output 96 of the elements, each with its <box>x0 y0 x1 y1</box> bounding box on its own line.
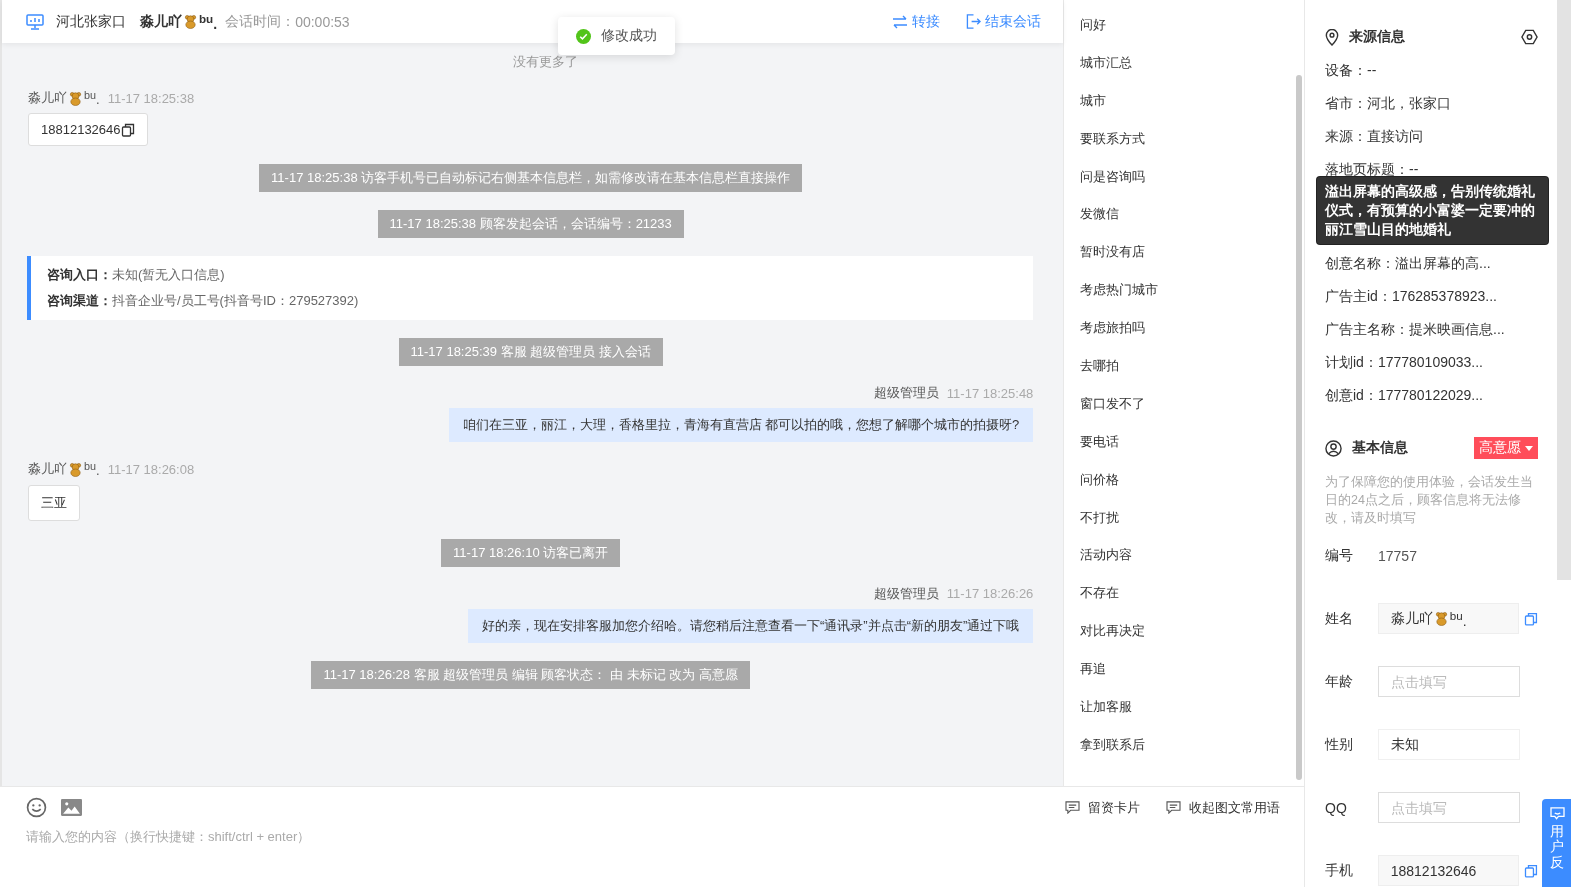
phone-field[interactable]: 18812132646 <box>1377 855 1520 886</box>
notice-text: 为了保障您的使用体验，会话发生当日的24点之后，顾客信息将无法修改，请及时填写 <box>1325 474 1534 527</box>
exit-icon <box>966 14 982 29</box>
message-icon <box>1166 801 1181 814</box>
name-field[interactable]: 淼儿吖 $^{bu}$. <box>1377 603 1520 634</box>
quick-phrase-item[interactable]: 城市 <box>1080 89 1304 128</box>
teddy-bear-icon <box>183 14 198 29</box>
field-label: 姓名 <box>1325 609 1354 628</box>
quick-phrase-item[interactable]: 要联系方式 <box>1080 127 1304 166</box>
message-text: 三亚 <box>41 493 67 512</box>
quick-phrase-item[interactable]: 城市汇总 <box>1080 51 1304 90</box>
quick-phrase-item[interactable]: 窗口发不了 <box>1080 392 1304 431</box>
composer-tool-button[interactable]: 留资卡片 <box>1065 798 1140 817</box>
quick-phrase-item[interactable]: 让加客服 <box>1080 696 1304 734</box>
quick-phrase-item[interactable]: 不存在 <box>1080 582 1304 621</box>
system-notice: 11-17 18:26:28 客服 超级管理员 编辑 顾客状态： 由 未标记 改为 高意愿 <box>311 660 750 689</box>
quick-phrase-item[interactable]: 考虑旅拍吗 <box>1080 317 1304 355</box>
source-info-row-text: 创意名称：溢出屏幕的高... <box>1325 254 1492 273</box>
sender-name: 超级管理员 <box>873 384 939 403</box>
quick-phrase-item[interactable]: 再追 <box>1080 658 1304 697</box>
quick-phrase-item[interactable]: 活动内容 <box>1080 544 1304 583</box>
monitor-icon <box>26 13 44 30</box>
teddy-bear-icon <box>68 462 83 477</box>
user-circle-icon <box>1325 439 1342 457</box>
message-time: 11-17 18:25:38 <box>107 90 195 106</box>
visitor-name: 淼儿吖 <box>140 12 182 31</box>
source-info-row-text: 广告主id：176285378923... <box>1325 287 1498 306</box>
quick-phrase-item[interactable]: 要电话 <box>1080 430 1304 469</box>
source-info-row-text: 省市：河北，张家口 <box>1325 94 1452 113</box>
location-text: 河北张家口 <box>56 12 126 31</box>
teddy-bear-icon <box>1433 611 1449 626</box>
quick-phrase-item[interactable]: 不打扰 <box>1080 506 1304 545</box>
field-value: 17757 <box>1378 547 1417 564</box>
input-field[interactable]: 点击填写 <box>1378 666 1520 697</box>
message-time: 11-17 18:25:48 <box>946 385 1034 401</box>
field-label: 手机 <box>1325 861 1354 880</box>
caret-icon <box>1525 445 1533 451</box>
session-time: 00:00:53 <box>295 13 350 30</box>
field-label: 年龄 <box>1325 672 1354 691</box>
session-time-label: 会话时间： <box>225 12 296 31</box>
sender-name: 淼儿吖 <box>28 460 67 479</box>
visitor-name-suffix: $^{bu}$. <box>199 11 218 32</box>
tooltip: 溢出屏幕的高级感，告别传统婚礼仪式，有预算的小富婆一定要冲的丽江雪山目的地婚礼 <box>1317 177 1548 244</box>
field-label: 编号 <box>1325 546 1354 565</box>
quick-phrase-item[interactable]: 考虑热门城市 <box>1080 279 1304 318</box>
section-title: 基本信息 <box>1352 439 1408 457</box>
system-notice: 11-17 18:26:10 访客已离开 <box>441 538 621 567</box>
sender-name: 超级管理员 <box>873 584 939 603</box>
source-info-row-text: 计划id：177780109033... <box>1325 353 1484 372</box>
input-field[interactable]: 点击填写 <box>1378 792 1520 823</box>
quick-phrase-item[interactable]: 问价格 <box>1080 468 1304 507</box>
sender-name-suffix: $^{bu}$. <box>84 89 100 108</box>
message-time: 11-17 18:26:08 <box>107 462 195 477</box>
field-label: QQ <box>1325 799 1348 816</box>
system-notice: 11-17 18:25:38 顾客发起会话，会话编号：21233 <box>377 210 684 239</box>
quick-phrase-item[interactable]: 问好 <box>1080 14 1304 52</box>
toast-text: 修改成功 <box>601 27 657 45</box>
teddy-bear-icon <box>68 90 83 106</box>
scrollbar[interactable] <box>1557 0 1571 580</box>
settings-icon[interactable] <box>1521 29 1538 45</box>
section-title: 来源信息 <box>1349 28 1405 46</box>
swap-arrows-icon <box>892 14 909 29</box>
entry-label: 咨询入口： <box>47 267 112 283</box>
entry-value: 抖音企业号/员工号(抖音号ID：279527392) <box>112 293 359 309</box>
source-info-row-text: 广告主名称：提米映画信息... <box>1325 320 1506 339</box>
chat-bubble-icon <box>1549 807 1565 820</box>
quick-phrase-item[interactable]: 拿到联系后 <box>1080 733 1304 772</box>
field-label: 性别 <box>1325 735 1354 754</box>
image-icon[interactable] <box>61 799 82 816</box>
quick-phrase-item[interactable]: 对比再决定 <box>1080 620 1304 659</box>
scrollbar[interactable] <box>1296 75 1302 780</box>
entry-label: 咨询渠道： <box>47 293 112 309</box>
quick-phrase-item[interactable]: 暂时没有店 <box>1080 241 1304 280</box>
quick-phrase-item[interactable]: 发微信 <box>1080 203 1304 242</box>
sender-name: 淼儿吖 <box>28 89 67 108</box>
system-notice: 11-17 18:25:39 客服 超级管理员 接入会话 <box>398 338 663 367</box>
location-pin-icon <box>1325 28 1339 46</box>
system-notice: 11-17 18:25:38 访客手机号已自动标记右侧基本信息栏，如需修改请在基本信息栏直接操作 <box>259 164 803 193</box>
input-field[interactable]: 未知 <box>1378 729 1520 760</box>
source-info-row-text: 创意id：177780122029... <box>1325 386 1484 405</box>
check-circle-icon <box>576 28 591 44</box>
quick-phrase-item[interactable]: 去哪拍 <box>1080 355 1304 393</box>
composer-tool-button[interactable]: 收起图文常用语 <box>1166 798 1280 817</box>
message-time: 11-17 18:26:26 <box>946 586 1034 602</box>
message-text: 18812132646 <box>41 122 121 138</box>
message-bubble: 好的亲，现在安排客服加您介绍哈。请您稍后注意查看一下“通讯录”并点击“新的朋友”通过下哦 <box>468 608 1034 643</box>
source-info-row-text: 设备：-- <box>1325 61 1378 80</box>
source-info-row-text: 来源：直接访问 <box>1325 127 1424 146</box>
emoji-icon[interactable] <box>26 797 47 818</box>
message-bubble: 咱们在三亚，丽江，大理，香格里拉，青海有直营店 都可以拍的哦，您想了解哪个城市的拍摄呀? <box>448 408 1034 443</box>
no-more-text: 没有更多了 <box>512 53 580 71</box>
sender-name-suffix: $^{bu}$. <box>84 460 100 479</box>
message-icon <box>1065 801 1080 814</box>
entry-value: 未知(暂无入口信息) <box>112 267 225 283</box>
copy-icon[interactable] <box>120 122 135 137</box>
quick-phrase-item[interactable]: 问是咨询吗 <box>1080 165 1304 204</box>
